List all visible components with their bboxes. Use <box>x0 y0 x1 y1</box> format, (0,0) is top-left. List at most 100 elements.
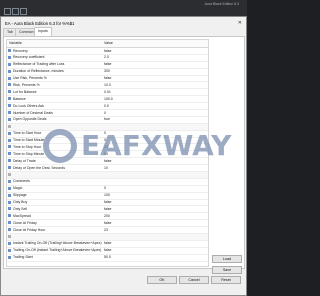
table-row[interactable]: Risk, Percents % 10.0 <box>7 82 208 90</box>
parameter-icon <box>8 255 11 259</box>
parameters-grid: Variable Value Recovery false Recovery coe… <box>6 39 209 267</box>
table-row[interactable]: Open Opposite Deals true <box>7 117 208 124</box>
parameter-icon <box>8 173 11 177</box>
parameter-value[interactable]: 50.0 <box>104 255 111 259</box>
table-row[interactable]: MaxSpread 200 <box>7 213 208 221</box>
parameter-value[interactable]: 0 <box>104 186 106 190</box>
table-row[interactable]: Reflectance of Trading after Loss false <box>7 62 208 69</box>
cancel-button[interactable]: Cancel <box>179 276 209 284</box>
parameter-name: Recovery <box>13 48 28 53</box>
parameter-value[interactable]: 23 <box>104 145 108 149</box>
table-row[interactable]: Lot for Balance 0.01 <box>7 89 208 97</box>
parameter-icon <box>8 186 11 190</box>
parameter-name: Duration of Reflectance, minutes <box>13 69 64 74</box>
parameter-icon <box>8 159 11 163</box>
parameter-value[interactable]: false <box>104 76 111 80</box>
table-row[interactable]: Do Lock Others Ask 0.0 <box>7 103 208 111</box>
parameter-value[interactable]: true <box>104 117 110 121</box>
parameter-value[interactable]: false <box>104 221 111 225</box>
parameter-value[interactable]: false <box>104 159 111 163</box>
parameter-name: Slippage <box>13 193 27 198</box>
parameter-value[interactable]: 10.0 <box>104 83 111 87</box>
parameter-value[interactable]: 300 <box>104 69 110 73</box>
table-row[interactable]: Delay of Trade false <box>7 158 208 166</box>
parameter-icon <box>8 152 11 156</box>
parameter-icon <box>8 193 11 197</box>
table-row[interactable]: Time to Stop Hour 23 <box>7 144 208 152</box>
parameter-value[interactable]: 59 <box>104 152 108 156</box>
parameter-icon <box>8 207 11 211</box>
parameter-value[interactable]: false <box>104 62 111 66</box>
tab-inputs[interactable]: Inputs <box>34 27 52 36</box>
parameter-value[interactable]: false <box>104 241 111 245</box>
close-icon[interactable]: ✕ <box>238 20 242 26</box>
ok-button[interactable]: OK <box>147 276 177 284</box>
parameter-value[interactable]: false <box>104 200 111 204</box>
parameter-value[interactable]: false <box>104 248 111 252</box>
load-button[interactable]: Load <box>212 255 242 263</box>
parameter-icon <box>8 62 11 66</box>
parameter-name: Open Opposite Deals <box>13 117 47 122</box>
parameter-name: Close At Friday <box>13 220 37 225</box>
table-row[interactable]: Duration of Reflectance, minutes 300 <box>7 69 208 76</box>
table-row[interactable]: Only Buy false <box>7 200 208 207</box>
parameter-icon <box>8 90 11 94</box>
column-header-variable[interactable]: Variable <box>9 41 22 45</box>
table-row[interactable]: Instant Trailing On-Off (Trailing+Above … <box>7 241 208 248</box>
table-row[interactable]: Time to Start Hour 0 <box>7 131 208 138</box>
table-row[interactable]: Only Sell false <box>7 206 208 214</box>
parameter-icon <box>8 49 11 52</box>
parameter-icon <box>8 69 11 73</box>
table-row[interactable] <box>7 172 208 179</box>
parameter-value[interactable]: 0 <box>104 111 106 115</box>
parameter-icon <box>8 124 11 128</box>
table-row[interactable]: Close At Friday Hour 23 <box>7 227 208 235</box>
reset-button[interactable]: Reset <box>211 276 241 284</box>
table-row[interactable]: Recovery coefficient 2.0 <box>7 55 208 62</box>
table-row[interactable]: Recovery false <box>7 48 208 55</box>
parameter-icon <box>8 166 11 170</box>
parameter-value[interactable]: 0 <box>104 131 106 135</box>
table-row[interactable]: Use Risk, Percents % false <box>7 76 208 83</box>
parameter-name: Magic <box>13 186 23 191</box>
toolbar-icon[interactable] <box>4 8 11 15</box>
parameter-name: Risk, Percents % <box>13 82 40 87</box>
table-row[interactable]: Number of Decimal Deals 0 <box>7 110 208 117</box>
table-row[interactable]: Close At Friday false <box>7 220 208 228</box>
parameter-value[interactable]: 100 <box>104 193 110 197</box>
table-row[interactable]: Time to Start Minute 0 <box>7 138 208 145</box>
table-row[interactable]: Balance 100.0 <box>7 96 208 104</box>
table-row[interactable]: Delay of Open the Deal, Seconds 10 <box>7 165 208 173</box>
parameter-name: Delay of Trade <box>13 158 36 163</box>
grid-header: Variable Value <box>7 40 208 48</box>
table-row[interactable]: Comments <box>7 179 208 186</box>
parameter-value[interactable]: 200 <box>104 214 110 218</box>
parameter-icon <box>8 117 11 121</box>
toolbar-icon[interactable] <box>12 8 19 15</box>
save-button[interactable]: Save <box>212 266 242 274</box>
parameter-value[interactable]: 10 <box>104 166 108 170</box>
table-row[interactable]: Slippage 100 <box>7 193 208 200</box>
parameter-value[interactable]: 100.0 <box>104 97 113 101</box>
parameter-name: Time to Stop Hour <box>13 144 42 149</box>
table-row[interactable] <box>7 234 208 241</box>
parameter-value[interactable]: 23 <box>104 228 108 232</box>
table-row[interactable]: Time to Stop Minute 59 <box>7 151 208 159</box>
parameter-value[interactable]: false <box>104 207 111 211</box>
table-row[interactable]: Magic 0 <box>7 186 208 193</box>
parameter-name: Delay of Open the Deal, Seconds <box>13 165 65 170</box>
table-row[interactable] <box>7 123 208 131</box>
parameter-value[interactable]: false <box>104 49 111 53</box>
toolbar-icon[interactable] <box>20 8 27 15</box>
column-header-value[interactable]: Value <box>104 41 113 45</box>
parameter-value[interactable]: 0.0 <box>104 104 109 108</box>
parameter-icon <box>8 145 11 149</box>
parameter-icon <box>8 83 11 87</box>
parameter-value[interactable]: 0 <box>104 138 106 142</box>
parameter-value[interactable]: 2.0 <box>104 55 109 59</box>
table-row[interactable]: Trailing Start 50.0 <box>7 255 208 262</box>
dialog-title: EA - Aura Black Edition 6.3 for %%$1 <box>5 21 75 26</box>
parameter-icon <box>8 200 11 204</box>
table-row[interactable]: Trailing On-Off (instant Trailing+Above … <box>7 248 208 255</box>
parameter-value[interactable]: 0.01 <box>104 90 111 94</box>
